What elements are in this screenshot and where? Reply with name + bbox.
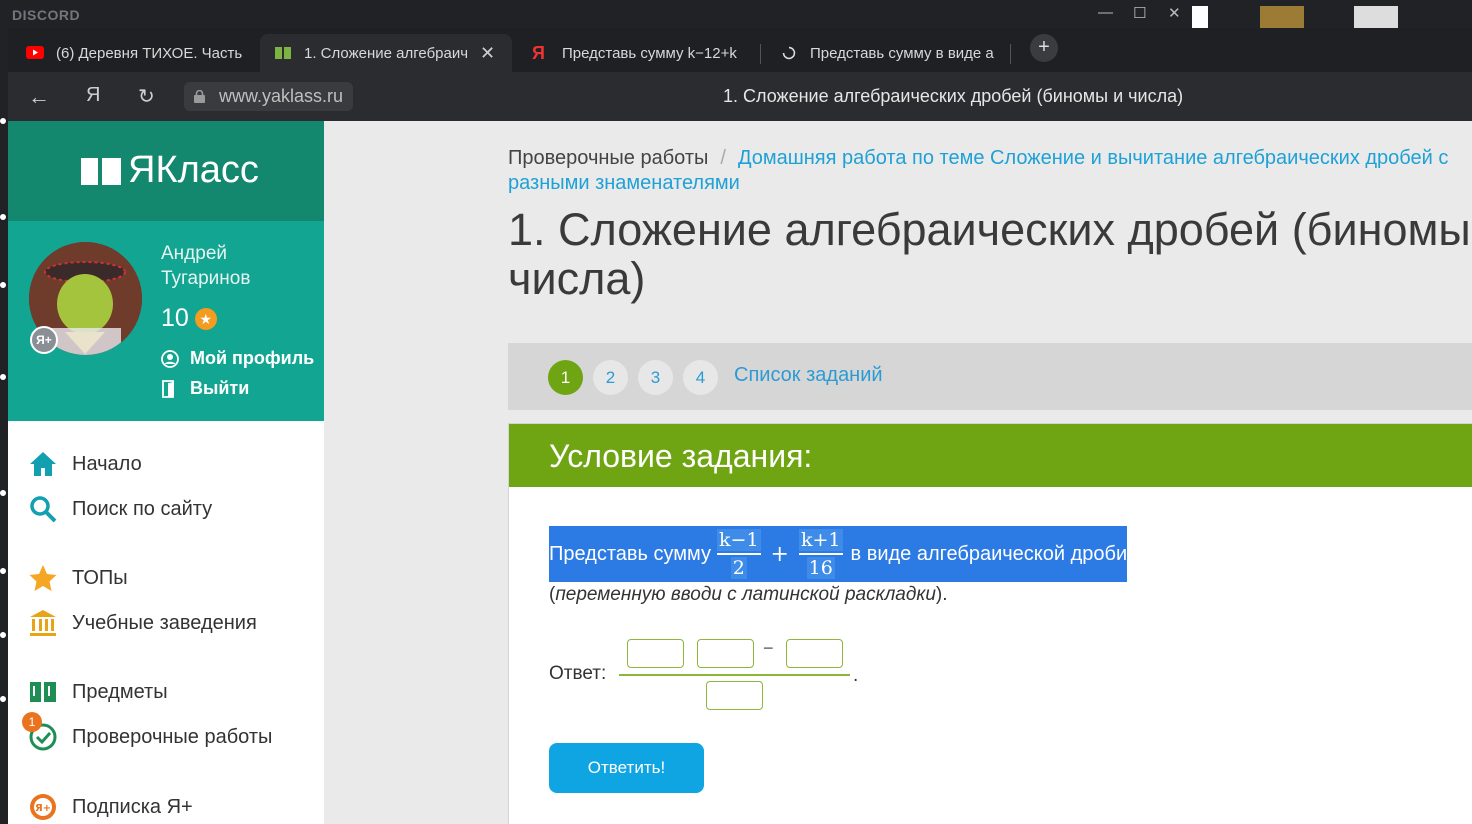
star-icon [29,565,57,591]
step-2[interactable]: 2 [593,360,628,395]
tab-label: 1. Сложение алгебраич [304,44,469,62]
task-header: Условие задания: [509,424,1472,487]
user-name: Андрей Тугаринов [161,243,251,289]
ya-plus-badge: Я+ [30,326,58,354]
step-4[interactable]: 4 [683,360,718,395]
page-heading: 1. Сложение алгебраических дробей (бином… [508,204,1472,304]
home-icon [30,452,56,476]
sidebar: ЯКласс Я+ Андрей Тугаринов 10 ★ Мой проф… [8,121,324,824]
discord-titlebar: DISCORD — ☐ ✕ [0,0,1472,28]
subjects-book-icon [30,682,56,702]
answer-input-numerator-2[interactable] [697,639,754,668]
main-content: Проверочные работы / Домашняя работа по те… [324,121,1472,824]
task-condition: Представь сумму k−1 2 + k+1 16 в виде ал… [549,526,1128,582]
tab-youtube[interactable]: (6) Деревня ТИХОЕ. Часть [12,34,256,72]
plus-sign: + [770,541,789,567]
answer-label: Ответ: [549,663,607,684]
task-card: Условие задания: Представь сумму k−1 2 +… [508,423,1472,824]
back-icon[interactable]: ← [28,84,50,110]
notification-badge: 1 [22,712,42,732]
fraction-2: k+1 16 [798,529,843,579]
close-icon[interactable]: ✕ [1168,4,1181,22]
user-icon [161,349,179,368]
loading-icon [782,46,796,60]
step-3[interactable]: 3 [638,360,673,395]
address-bar: ← Я ↻ www.yaklass.ru 1. Сложение алгебра… [8,72,1472,121]
yandex-home-icon[interactable]: Я [86,84,100,107]
profile-card: Я+ Андрей Тугаринов 10 ★ Мой профиль Вый… [8,221,324,421]
sidebar-item-search[interactable]: Поиск по сайту [28,494,212,524]
breadcrumb-root[interactable]: Проверочные работы [508,147,708,169]
condition-suffix: в виде алгебраической дроби [850,542,1128,565]
tab-bar: (6) Деревня ТИХОЕ. Часть 1. Сложение алг… [8,28,1472,72]
answer-input-denominator[interactable] [706,681,763,710]
discord-sidebar [0,28,8,824]
sidebar-item-tests[interactable]: 1 Проверочные работы [22,712,272,752]
lock-icon [194,90,205,103]
sidebar-item-subscription[interactable]: Я+ Подписка Я+ [28,792,193,822]
yaklass-book-icon [275,47,291,59]
answer-input-numerator-3[interactable] [786,639,843,668]
fraction-1: k−1 2 [717,529,761,579]
youtube-icon [26,46,44,59]
new-tab-button[interactable]: + [1030,34,1058,62]
star-coin-icon: ★ [194,307,217,330]
logout-link[interactable]: Выйти [161,378,249,399]
tests-icon: 1 [22,712,58,752]
submit-answer-button[interactable]: Ответить! [549,743,704,793]
svg-text:Я+: Я+ [35,803,51,814]
breadcrumb-separator: / [720,147,726,169]
search-icon [30,496,57,523]
sidebar-item-schools[interactable]: Учебные заведения [28,608,257,638]
yandex-icon: Я [532,43,545,63]
tab-loading[interactable]: Представь сумму в виде а [766,34,1006,72]
institution-icon [30,610,56,636]
minus-sign: − [763,638,774,658]
door-icon [162,379,174,398]
tab-yaklass[interactable]: 1. Сложение алгебраич ✕ [260,34,512,72]
points: 10 ★ [161,304,217,333]
input-hint: (переменную вводи с латинской раскладки)… [549,584,948,605]
tab-label: Представь сумму в виде а [810,44,994,62]
task-list-link[interactable]: Список заданий [734,364,883,387]
condition-prefix: Представь сумму [549,542,712,565]
sidebar-item-subjects[interactable]: Предметы [28,677,168,707]
close-tab-icon[interactable]: ✕ [480,43,495,64]
sidebar-item-tops[interactable]: ТОПы [28,563,128,593]
page-content: ЯКласс Я+ Андрей Тугаринов 10 ★ Мой проф… [8,121,1472,824]
tab-label: Представь сумму k−12+k [562,44,737,62]
answer-input-numerator-1[interactable] [627,639,684,668]
thumbnail-image [1354,6,1398,28]
sidebar-item-home[interactable]: Начало [28,449,142,479]
tab-yandex-search[interactable]: Я Представь сумму k−12+k [518,34,758,72]
tab-label: (6) Деревня ТИХОЕ. Часть [56,44,243,62]
reload-icon[interactable]: ↻ [138,84,155,109]
minimize-icon[interactable]: — [1098,4,1113,21]
discord-logo: DISCORD [12,7,81,23]
browser-window: (6) Деревня ТИХОЕ. Часть 1. Сложение алг… [8,28,1472,824]
brand-header: ЯКласс [8,121,324,221]
breadcrumb: Проверочные работы / Домашняя работа по те… [508,146,1472,196]
book-icon [81,157,121,185]
answer-block: Ответ: − . [549,638,869,714]
ya-plus-icon: Я+ [30,794,56,820]
url-text: www.yaklass.ru [219,86,344,106]
url-field[interactable]: www.yaklass.ru [184,82,354,111]
step-1[interactable]: 1 [548,360,583,395]
answer-period: . [853,665,859,686]
maximize-icon[interactable]: ☐ [1133,4,1146,22]
fraction-bar [619,674,850,676]
my-profile-link[interactable]: Мой профиль [161,348,314,369]
page-title: 1. Сложение алгебраических дробей (бином… [723,86,1184,106]
thumbnail-image [1260,6,1304,28]
steps-bar: 1 2 3 4 Список заданий [508,343,1472,410]
thumbnail-white [1192,6,1208,28]
brand-logo[interactable]: ЯКласс [80,149,259,192]
